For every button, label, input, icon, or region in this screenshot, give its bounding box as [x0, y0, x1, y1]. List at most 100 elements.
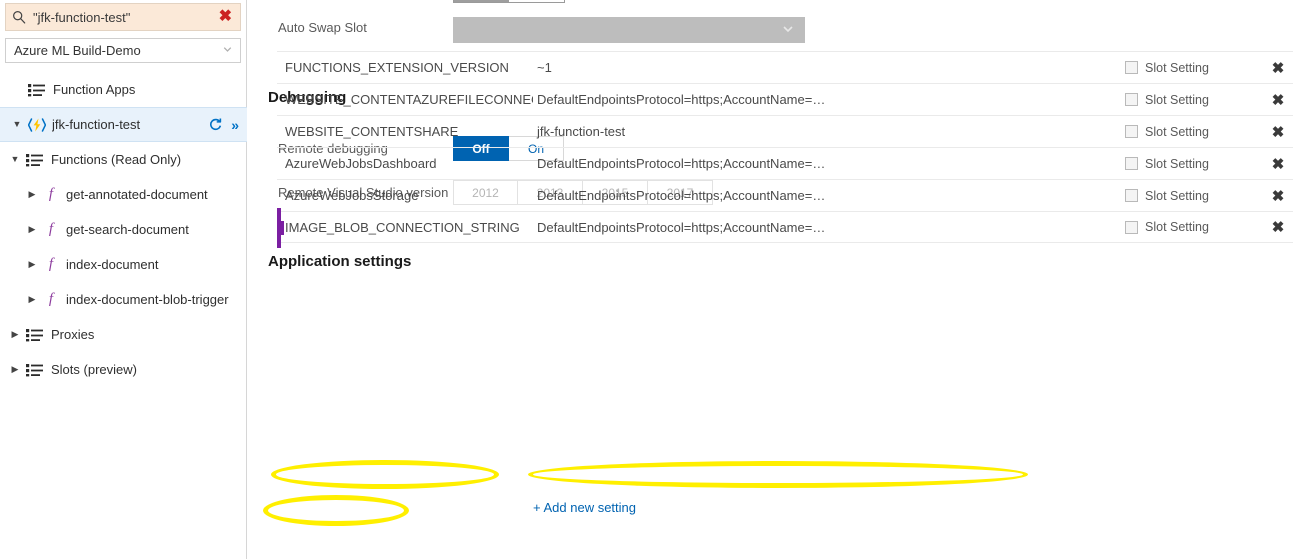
twisty-collapsed-icon[interactable]: ▶	[25, 188, 39, 202]
auto-swap-slot-dropdown[interactable]	[453, 17, 805, 43]
setting-name-input[interactable]: AzureWebJobsStorage	[277, 188, 533, 203]
sidebar-item-get-annotated-document[interactable]: ▶ f get-annotated-document	[0, 177, 247, 212]
delete-setting-icon[interactable]: ✖	[1257, 59, 1293, 77]
subscription-filter-dropdown[interactable]: Azure ML Build-Demo	[5, 38, 241, 63]
sidebar-item-label: get-search-document	[66, 222, 189, 237]
twisty-collapsed-icon[interactable]: ▶	[25, 293, 39, 307]
slot-setting-checkbox[interactable]	[1125, 157, 1138, 170]
slot-setting-checkbox[interactable]	[1125, 93, 1138, 106]
search-box[interactable]: "jfk-function-test" ✖	[5, 3, 241, 31]
table-row[interactable]: WEBSITE_CONTENTSHARE jfk-function-test S…	[277, 115, 1293, 147]
function-app-icon	[27, 117, 47, 133]
sidebar-item-index-document[interactable]: ▶ f index-document	[0, 247, 247, 282]
setting-name-input[interactable]: WEBSITE_CONTENTAZUREFILECONNECTIO...	[277, 92, 533, 107]
auto-swap-slot-label: Auto Swap Slot	[278, 20, 367, 35]
slot-setting-checkbox[interactable]	[1125, 125, 1138, 138]
slot-setting-checkbox-cell[interactable]: Slot Setting	[1125, 220, 1257, 234]
twisty-expanded-icon[interactable]: ▼	[10, 118, 24, 132]
slot-setting-label: Slot Setting	[1145, 188, 1209, 203]
function-icon: f	[48, 221, 54, 237]
twisty-collapsed-icon[interactable]: ▶	[25, 223, 39, 237]
delete-setting-icon[interactable]: ✖	[1257, 187, 1293, 205]
settings-panel: Auto Swap Slot Debugging Remote debuggin…	[248, 0, 1293, 559]
list-icon	[28, 83, 45, 97]
twisty-collapsed-icon[interactable]: ▶	[8, 328, 22, 342]
expand-more-icon[interactable]: »	[231, 118, 239, 132]
setting-name-input[interactable]: IMAGE_BLOB_CONNECTION_STRING	[277, 220, 533, 235]
function-icon: f	[48, 256, 54, 272]
twisty-expanded-icon[interactable]: ▼	[8, 153, 22, 167]
sidebar-item-label: index-document-blob-trigger	[66, 292, 229, 307]
slot-setting-label: Slot Setting	[1145, 156, 1209, 171]
application-settings-title: Application settings	[268, 253, 412, 270]
sidebar-item-label: Function Apps	[53, 82, 136, 97]
table-row[interactable]: FUNCTIONS_EXTENSION_VERSION ~1 Slot Sett…	[277, 51, 1293, 83]
application-settings-table: FUNCTIONS_EXTENSION_VERSION ~1 Slot Sett…	[277, 51, 1293, 248]
sidebar-item-label: index-document	[66, 257, 159, 272]
list-icon	[26, 328, 43, 342]
chevron-down-icon	[221, 43, 234, 59]
twisty-collapsed-icon[interactable]: ▶	[25, 258, 39, 272]
setting-value-input[interactable]: DefaultEndpointsProtocol=https;AccountNa…	[533, 220, 1125, 235]
delete-setting-icon[interactable]: ✖	[1257, 91, 1293, 109]
twisty-collapsed-icon[interactable]: ▶	[8, 363, 22, 377]
sidebar-item-label: Functions (Read Only)	[51, 152, 182, 167]
setting-name-input[interactable]: WEBSITE_CONTENTSHARE	[277, 124, 533, 139]
slot-setting-label: Slot Setting	[1145, 220, 1209, 234]
sidebar-row-actions: »	[208, 117, 247, 132]
sidebar-item-label: jfk-function-test	[52, 117, 141, 132]
table-row[interactable]: WEBSITE_CONTENTAZUREFILECONNECTIO... Def…	[277, 83, 1293, 115]
auto-swap-slot-label-row: Auto Swap Slot	[278, 20, 367, 35]
text-cursor-icon	[277, 221, 284, 235]
clear-search-icon[interactable]: ✖	[217, 9, 234, 25]
slot-setting-checkbox[interactable]	[1125, 61, 1138, 74]
setting-value-input[interactable]: DefaultEndpointsProtocol=https;AccountNa…	[533, 92, 1125, 107]
search-input[interactable]: "jfk-function-test"	[33, 10, 217, 25]
list-icon	[26, 153, 43, 167]
sidebar-item-label: Slots (preview)	[51, 362, 137, 377]
slot-setting-label: Slot Setting	[1145, 92, 1209, 107]
slot-setting-checkbox[interactable]	[1125, 189, 1138, 202]
sidebar-item-label: get-annotated-document	[66, 187, 208, 202]
slot-setting-checkbox-cell[interactable]: Slot Setting	[1125, 125, 1257, 139]
slot-setting-checkbox-cell[interactable]: Slot Setting	[1125, 157, 1257, 171]
sidebar-item-label: Proxies	[51, 327, 95, 342]
navigation-sidebar: "jfk-function-test" ✖ Azure ML Build-Dem…	[0, 0, 247, 559]
setting-value-input[interactable]: jfk-function-test	[533, 124, 1125, 139]
sidebar-item-proxies[interactable]: ▶ Proxies	[0, 317, 247, 352]
slot-setting-checkbox-cell[interactable]: Slot Setting	[1125, 189, 1257, 203]
sidebar-item-functions-read-only[interactable]: ▼ Functions (Read Only)	[0, 142, 247, 177]
setting-name-input[interactable]: AzureWebJobsDashboard	[277, 156, 533, 171]
slot-setting-checkbox-cell[interactable]: Slot Setting	[1125, 93, 1257, 107]
add-new-setting-link[interactable]: + Add new setting	[533, 500, 636, 515]
sidebar-item-index-document-blob-trigger[interactable]: ▶ f index-document-blob-trigger	[0, 282, 247, 317]
slot-setting-checkbox-cell[interactable]: Slot Setting	[1125, 61, 1257, 75]
list-icon	[26, 363, 43, 377]
table-row[interactable]: IMAGE_BLOB_CONNECTION_STRING DefaultEndp…	[277, 208, 1293, 248]
clipped-toggle-selected-half	[454, 0, 509, 2]
clipped-toggle-above[interactable]	[453, 0, 565, 3]
subscription-filter-value: Azure ML Build-Demo	[14, 43, 141, 58]
sidebar-item-jfk-function-test[interactable]: ▼ jfk-function-test »	[0, 107, 247, 142]
slot-setting-label: Slot Setting	[1145, 60, 1209, 75]
function-icon: f	[48, 186, 54, 202]
slot-setting-checkbox[interactable]	[1125, 220, 1138, 234]
table-row[interactable]: AzureWebJobsDashboard DefaultEndpointsPr…	[277, 147, 1293, 179]
delete-setting-icon[interactable]: ✖	[1257, 123, 1293, 141]
function-icon: f	[48, 291, 54, 307]
delete-setting-icon[interactable]: ✖	[1257, 155, 1293, 173]
setting-name-input[interactable]: FUNCTIONS_EXTENSION_VERSION	[277, 60, 533, 75]
sidebar-item-function-apps[interactable]: ▸ Function Apps	[0, 72, 247, 107]
sidebar-item-slots-preview[interactable]: ▶ Slots (preview)	[0, 352, 247, 387]
setting-value-input[interactable]: ~1	[533, 60, 1125, 75]
chevron-down-icon	[781, 22, 795, 39]
delete-setting-icon[interactable]: ✖	[1257, 218, 1293, 236]
table-row[interactable]: AzureWebJobsStorage DefaultEndpointsProt…	[277, 179, 1293, 211]
search-icon	[12, 10, 26, 24]
setting-value-input[interactable]: DefaultEndpointsProtocol=https;AccountNa…	[533, 156, 1125, 171]
resource-tree: ▸ Function Apps ▼	[0, 72, 247, 387]
sidebar-item-get-search-document[interactable]: ▶ f get-search-document	[0, 212, 247, 247]
slot-setting-label: Slot Setting	[1145, 124, 1209, 139]
refresh-icon[interactable]	[208, 117, 223, 132]
setting-value-input[interactable]: DefaultEndpointsProtocol=https;AccountNa…	[533, 188, 1125, 203]
